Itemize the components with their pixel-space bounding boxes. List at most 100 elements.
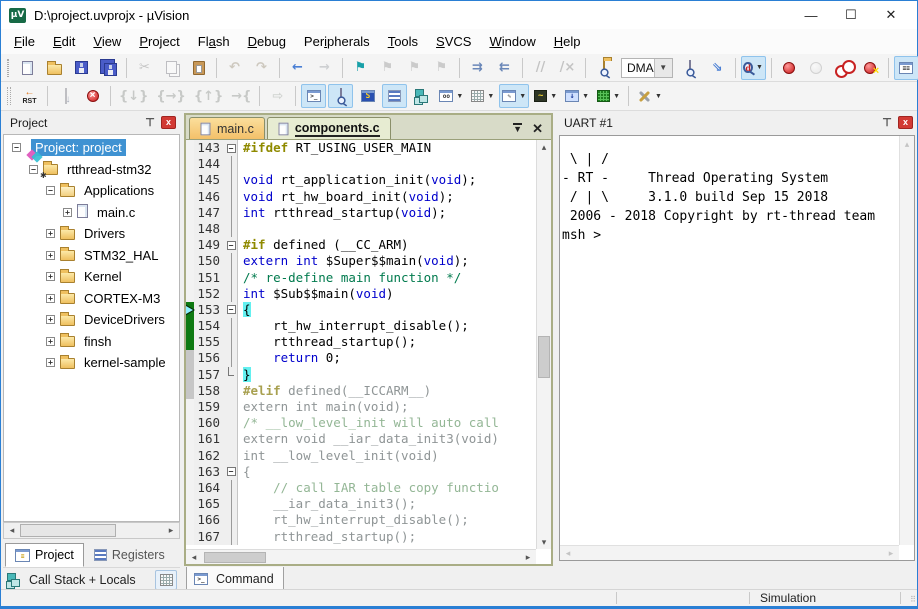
project-tree-hscrollbar[interactable]: ◂ ▸ xyxy=(3,522,180,539)
tree-item-main-c[interactable]: +main.c xyxy=(4,202,179,224)
toolbar-grip[interactable] xyxy=(7,87,11,105)
dropdown-icon[interactable]: ▼ xyxy=(613,93,620,100)
pin-icon[interactable]: ⊤ xyxy=(142,116,158,129)
navigate-forward-button[interactable]: → xyxy=(312,56,337,80)
insert-bookmark-button[interactable]: ⚑ xyxy=(348,56,373,80)
expand-icon[interactable]: + xyxy=(46,251,55,260)
tab-registers[interactable]: Registers xyxy=(84,543,175,567)
tree-item-stm32-hal[interactable]: +STM32_HAL xyxy=(4,245,179,267)
fold-collapse-icon[interactable]: − xyxy=(227,305,236,314)
fold-collapse-icon[interactable]: − xyxy=(227,467,236,476)
configure-tools-button[interactable]: ▼ xyxy=(634,84,665,108)
uncomment-button[interactable]: /× xyxy=(555,56,580,80)
scroll-right-icon[interactable]: ▸ xyxy=(163,525,179,536)
insert-breakpoint-button[interactable] xyxy=(777,56,802,80)
menu-tools[interactable]: Tools xyxy=(379,31,427,52)
reset-button[interactable]: ←RST xyxy=(17,84,42,108)
uart-vscrollbar[interactable]: ▴ xyxy=(899,136,914,545)
memory-window-button[interactable]: ▼ xyxy=(468,84,497,108)
fold-collapse-icon[interactable]: − xyxy=(227,241,236,250)
fold-collapse-icon[interactable]: − xyxy=(227,144,236,153)
minimize-button[interactable]: — xyxy=(791,2,831,28)
resize-grip[interactable]: ⠿ xyxy=(901,590,917,606)
tree-item-project-project[interactable]: −Project: project xyxy=(4,137,179,159)
scroll-down-icon[interactable]: ▾ xyxy=(536,535,552,549)
enable-disable-all-breakpoints-button[interactable] xyxy=(831,56,856,80)
menu-edit[interactable]: Edit xyxy=(44,31,84,52)
uart-hscrollbar[interactable]: ◂ ▸ xyxy=(560,545,899,560)
close-document-icon[interactable]: ✕ xyxy=(532,122,543,135)
menu-peripherals[interactable]: Peripherals xyxy=(295,31,379,52)
code-area[interactable]: 143−#ifdef RT_USING_USER_MAIN144145void … xyxy=(186,140,536,549)
kill-all-breakpoints-button[interactable]: × xyxy=(858,56,883,80)
scroll-right-icon[interactable]: ▸ xyxy=(520,552,536,563)
collapse-icon[interactable]: − xyxy=(12,143,21,152)
find-in-files-button[interactable] xyxy=(591,56,616,80)
tree-item-devicedrivers[interactable]: +DeviceDrivers xyxy=(4,309,179,331)
toolbox-button[interactable]: ▼ xyxy=(594,84,623,108)
menu-project[interactable]: Project xyxy=(130,31,188,52)
menu-svcs[interactable]: SVCS xyxy=(427,31,480,52)
step-button[interactable]: {↓} xyxy=(116,84,151,108)
unindent-button[interactable]: ⇇ xyxy=(492,56,517,80)
tab-main-c[interactable]: main.c xyxy=(189,117,265,139)
dropdown-icon[interactable]: ▼ xyxy=(487,93,494,100)
serial-window-button[interactable]: ✎▼ xyxy=(499,84,529,108)
dropdown-icon[interactable]: ▼ xyxy=(550,93,557,100)
step-out-button[interactable]: {↑} xyxy=(191,84,226,108)
source-browser-button[interactable]: d▼ xyxy=(741,56,766,80)
tree-item-cortex-m3[interactable]: +CORTEX-M3 xyxy=(4,288,179,310)
dropdown-icon[interactable]: ▼ xyxy=(756,64,763,71)
tab-project[interactable]: ≡ Project xyxy=(5,543,84,567)
scroll-right-icon[interactable]: ▸ xyxy=(883,548,899,559)
tree-item-finsh[interactable]: +finsh xyxy=(4,331,179,353)
stop-button[interactable]: × xyxy=(80,84,105,108)
menu-view[interactable]: View xyxy=(84,31,130,52)
expand-icon[interactable]: + xyxy=(46,272,55,281)
find-text-combo[interactable]: DMA▼ xyxy=(621,58,673,78)
system-viewer-button[interactable]: ↓▼ xyxy=(562,84,592,108)
expand-icon[interactable]: + xyxy=(46,358,55,367)
scroll-thumb[interactable] xyxy=(20,524,116,537)
tree-item-drivers[interactable]: +Drivers xyxy=(4,223,179,245)
menu-debug[interactable]: Debug xyxy=(239,31,295,52)
menu-help[interactable]: Help xyxy=(545,31,590,52)
disassembly-window-button[interactable] xyxy=(328,84,353,108)
command-window-button[interactable]: >_ xyxy=(301,84,326,108)
close-panel-button[interactable]: x xyxy=(898,116,913,129)
memory-window-button[interactable] xyxy=(155,570,177,590)
dropdown-icon[interactable]: ▼ xyxy=(655,93,662,100)
previous-bookmark-button[interactable]: ⚑ xyxy=(402,56,427,80)
maximize-button[interactable]: ☐ xyxy=(831,2,871,28)
indent-button[interactable]: ⇉ xyxy=(465,56,490,80)
scroll-up-icon[interactable]: ▴ xyxy=(905,139,910,149)
clear-bookmarks-button[interactable]: ⚑ xyxy=(429,56,454,80)
editor-hscrollbar[interactable]: ◂ ▸ xyxy=(186,549,536,564)
close-panel-button[interactable]: x xyxy=(161,116,176,129)
scroll-left-icon[interactable]: ◂ xyxy=(560,548,576,559)
run-button[interactable]: ↓ xyxy=(53,84,78,108)
uart-terminal[interactable]: \ | /- RT - Thread Operating System / | … xyxy=(559,135,915,561)
scroll-thumb[interactable] xyxy=(538,336,550,378)
tree-item-rtthread-stm32[interactable]: −✱rtthread-stm32 xyxy=(4,159,179,181)
expand-icon[interactable]: + xyxy=(46,229,55,238)
expand-icon[interactable]: + xyxy=(46,315,55,324)
dropdown-icon[interactable]: ▼ xyxy=(582,93,589,100)
open-file-button[interactable] xyxy=(42,56,67,80)
scroll-left-icon[interactable]: ◂ xyxy=(186,552,202,563)
registers-window-button[interactable] xyxy=(382,84,407,108)
project-window-button[interactable]: ≡≡ xyxy=(894,56,918,80)
close-button[interactable]: ✕ xyxy=(871,2,911,28)
save-all-button[interactable] xyxy=(96,56,121,80)
comment-button[interactable]: // xyxy=(528,56,553,80)
next-bookmark-button[interactable]: ⚑ xyxy=(375,56,400,80)
menu-flash[interactable]: Flash xyxy=(189,31,239,52)
editor-vscrollbar[interactable]: ▴ ▾ xyxy=(536,140,551,549)
dropdown-icon[interactable]: ▼ xyxy=(519,93,526,100)
menu-window[interactable]: Window xyxy=(480,31,544,52)
dropdown-icon[interactable]: ▼ xyxy=(456,93,463,100)
expand-icon[interactable]: + xyxy=(63,208,72,217)
watch-window-button[interactable]: oo▼ xyxy=(436,84,466,108)
expand-icon[interactable]: + xyxy=(46,337,55,346)
scroll-up-icon[interactable]: ▴ xyxy=(536,140,552,154)
